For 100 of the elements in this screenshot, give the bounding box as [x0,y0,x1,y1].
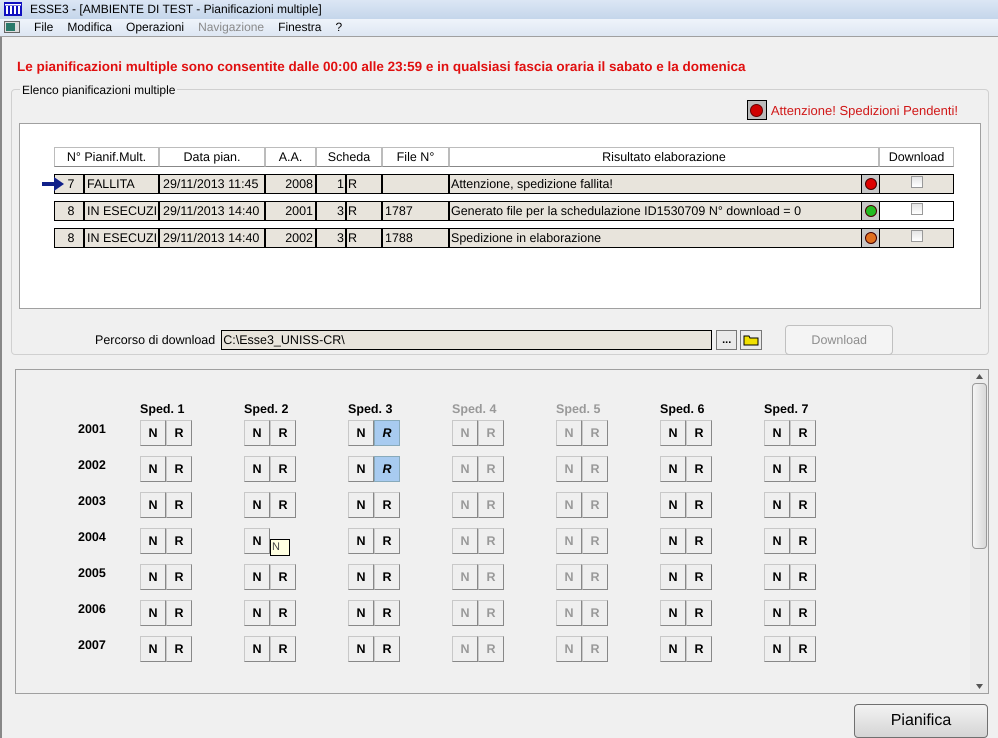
option-button[interactable]: R [686,528,712,554]
table-cell: R [346,228,382,248]
option-button[interactable]: R [790,456,816,482]
option-button[interactable]: R [166,636,192,662]
column-header[interactable]: Download [879,146,954,167]
scroll-up-icon[interactable] [976,374,982,379]
option-button[interactable]: R [374,492,400,518]
open-folder-button[interactable] [740,330,762,350]
option-button[interactable]: R [166,528,192,554]
option-button[interactable]: R [790,600,816,626]
option-button[interactable]: N [140,564,166,590]
option-button[interactable]: N [660,600,686,626]
option-button[interactable]: N [764,528,790,554]
scroll-down-icon[interactable] [976,684,982,689]
table-cell [382,174,449,194]
option-button[interactable]: R [270,456,296,482]
option-button[interactable]: N [348,492,374,518]
option-button[interactable]: N [660,528,686,554]
scrollbar[interactable] [970,370,988,693]
option-button[interactable]: R [270,636,296,662]
option-button[interactable]: N [764,456,790,482]
option-button[interactable]: N [660,492,686,518]
option-button[interactable]: R [686,456,712,482]
menu-item[interactable]: Operazioni [126,18,184,36]
option-button[interactable]: N [140,600,166,626]
menu-item[interactable]: ? [335,18,342,36]
option-button[interactable]: R [374,528,400,554]
column-header[interactable]: Risultato elaborazione [449,146,879,167]
table-cell: Generato file per la schedulazione ID1530709 N° download = 0 [449,200,862,221]
download-checkbox[interactable] [910,176,922,188]
option-button[interactable]: R [270,420,296,446]
option-button[interactable]: N [244,492,270,518]
option-button[interactable]: R [790,420,816,446]
option-button[interactable]: R [166,420,192,446]
option-button[interactable]: N [244,456,270,482]
option-button[interactable]: R [374,456,400,482]
option-button[interactable]: N [244,600,270,626]
option-button[interactable]: R [790,564,816,590]
option-button[interactable]: R [790,528,816,554]
option-button[interactable]: N [348,636,374,662]
option-button[interactable]: N [764,636,790,662]
path-field[interactable]: C:\Esse3_UNISS-CR\ [221,330,712,350]
option-button[interactable]: N [140,456,166,482]
option-button[interactable]: R [686,492,712,518]
column-header[interactable]: N° Pianif.Mult. [54,146,159,167]
option-button[interactable]: R [166,492,192,518]
option-button[interactable]: N [348,600,374,626]
option-button[interactable]: R [270,564,296,590]
option-button[interactable]: R [686,636,712,662]
option-button[interactable]: R [166,600,192,626]
menu-item[interactable]: Finestra [278,18,322,36]
column-header[interactable]: File N° [382,146,449,167]
option-button[interactable]: R [686,600,712,626]
table-cell: 8 [54,200,84,221]
option-button[interactable]: R [686,420,712,446]
option-button[interactable]: N [348,564,374,590]
option-button[interactable]: R [790,492,816,518]
option-button[interactable]: N [660,456,686,482]
option-button[interactable]: N [660,420,686,446]
year-label: 2002 [78,457,106,474]
option-button[interactable]: N [348,420,374,446]
option-button[interactable]: N [764,564,790,590]
option-button[interactable]: R [374,636,400,662]
option-button[interactable]: N [140,420,166,446]
option-button[interactable]: R [270,600,296,626]
option-button[interactable]: N [660,636,686,662]
option-button[interactable]: N [764,420,790,446]
window-menu-icon[interactable] [4,21,20,34]
option-button[interactable]: R [374,600,400,626]
column-header[interactable]: Data pian. [159,146,265,167]
table-cell: 29/11/2013 14:40 [159,200,265,221]
year-label: 2004 [78,529,106,546]
column-header[interactable]: A.A. [265,146,316,167]
download-checkbox[interactable] [910,202,922,215]
browse-button[interactable]: ... [716,330,738,350]
column-header[interactable]: Scheda [316,146,382,167]
download-checkbox[interactable] [910,230,922,242]
option-button[interactable]: N [244,528,270,554]
option-button[interactable]: R [166,564,192,590]
option-button[interactable]: N [244,636,270,662]
option-button[interactable]: N [244,420,270,446]
option-button[interactable]: R [790,636,816,662]
option-button[interactable]: N [140,528,166,554]
menu-item[interactable]: File [34,18,54,36]
option-button[interactable]: R [166,456,192,482]
option-button[interactable]: N [348,528,374,554]
app-logo-icon [4,2,22,16]
option-button[interactable]: N [660,564,686,590]
option-button[interactable]: R [374,564,400,590]
option-button[interactable]: N [764,492,790,518]
option-button[interactable]: N [244,564,270,590]
option-button[interactable]: R [270,492,296,518]
plan-button[interactable]: Pianifica [854,704,988,738]
option-button[interactable]: R [374,420,400,446]
option-button[interactable]: R [686,564,712,590]
menu-item[interactable]: Modifica [67,18,112,36]
option-button[interactable]: N [140,492,166,518]
option-button[interactable]: N [140,636,166,662]
option-button[interactable]: N [764,600,790,626]
option-button[interactable]: N [348,456,374,482]
